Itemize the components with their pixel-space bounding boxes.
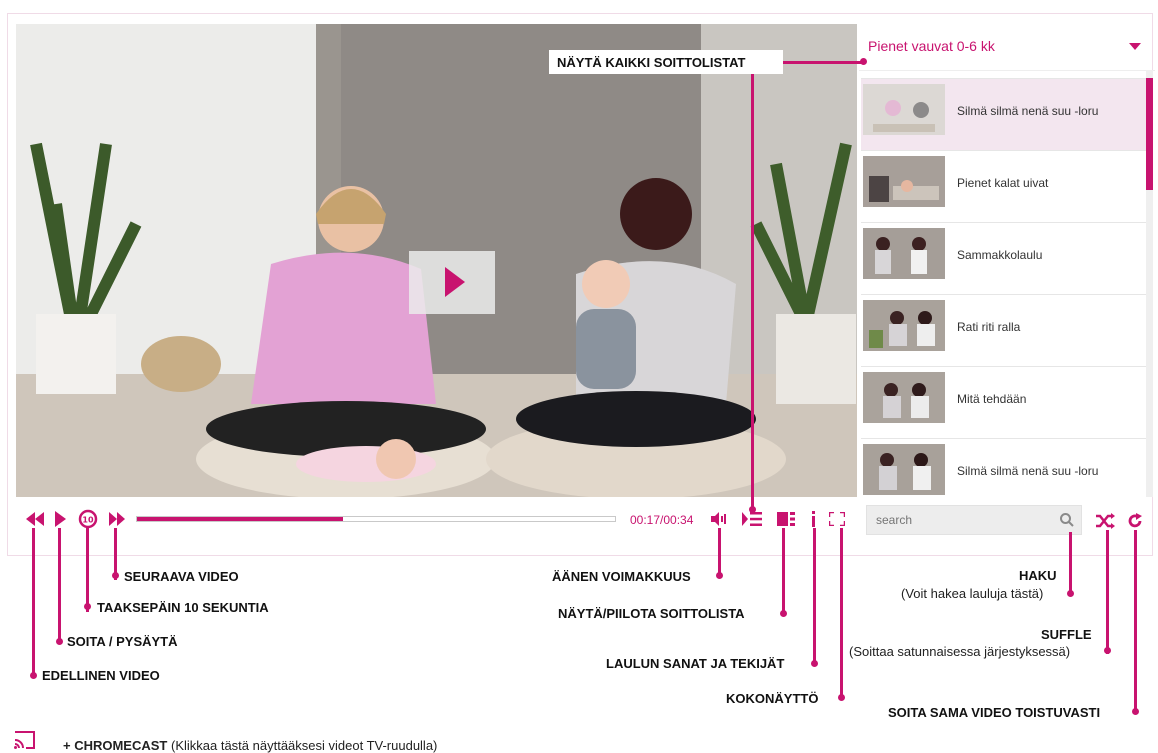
playlist-selector[interactable]: Pienet vauvat 0-6 kk (859, 30, 1153, 62)
annotation-lyrics-credits: LAULUN SANAT JA TEKIJÄT (606, 656, 785, 671)
leader-dot (56, 638, 63, 645)
playlist-item[interactable]: Mitä tehdään (861, 367, 1146, 439)
playlist-item[interactable]: Sammakkolaulu (861, 223, 1146, 295)
search-input[interactable] (867, 506, 1047, 534)
search-box (866, 505, 1082, 535)
layout-split-icon (777, 512, 795, 526)
repeat-icon (1128, 513, 1142, 528)
annotation-back-10: TAAKSEPÄIN 10 SEKUNTIA (97, 600, 269, 615)
playlist-item-label: Rati riti ralla (957, 320, 1021, 334)
play-pause-button[interactable] (53, 508, 67, 530)
leader-dot (811, 660, 818, 667)
playlist-item-label: Sammakkolaulu (957, 248, 1043, 262)
video-thumbnail (863, 300, 945, 351)
leader-line (32, 528, 35, 676)
playlist-item-label: Pienet kalat uivat (957, 176, 1049, 190)
back-10-button[interactable]: 10 (78, 508, 98, 530)
leader-line (813, 528, 816, 664)
annotation-repeat: SOITA SAMA VIDEO TOISTUVASTI (888, 705, 1101, 720)
playlist-item[interactable]: Silmä silmä nenä suu -loru (861, 439, 1146, 497)
time-display: 00:17/00:34 (630, 513, 694, 527)
annotation-toggle-playlist: NÄYTÄ/PIILOTA SOITTOLISTA (558, 606, 745, 621)
leader-dot (780, 610, 787, 617)
leader-dot (716, 572, 723, 579)
leader-line (1069, 532, 1072, 596)
rewind-icon (26, 512, 44, 526)
fullscreen-button[interactable] (828, 508, 846, 530)
video-thumbnail (863, 372, 945, 423)
seek-bar[interactable] (136, 516, 616, 522)
leader-dot (1067, 590, 1074, 597)
annotation-play-pause: SOITA / PYSÄYTÄ (67, 634, 178, 649)
leader-dot (838, 694, 845, 701)
info-button[interactable] (808, 508, 818, 530)
leader-dot (30, 672, 37, 679)
shuffle-button[interactable] (1094, 510, 1116, 532)
playlist-item[interactable]: Pienet kalat uivat (861, 151, 1146, 223)
leader-line (840, 528, 843, 698)
shuffle-icon (1096, 513, 1115, 529)
previous-video-button[interactable] (25, 508, 45, 530)
leader-dot (749, 506, 756, 513)
video-thumbnail (863, 228, 945, 279)
fullscreen-icon (829, 512, 845, 526)
volume-icon (711, 512, 726, 526)
leader-line (718, 528, 721, 578)
leader-line (783, 61, 863, 64)
playlist-item[interactable]: Silmä silmä nenä suu -loru (861, 79, 1146, 151)
cast-icon (14, 731, 35, 749)
annotation-search-desc: (Voit hakea lauluja tästä) (901, 586, 1044, 601)
chromecast-label-rest: (Klikkaa tästä näyttääksesi videot TV-ru… (167, 738, 438, 753)
leader-dot (1132, 708, 1139, 715)
leader-dot (1104, 647, 1111, 654)
chromecast-label-bold: + CHROMECAST (63, 738, 168, 753)
playlist-item[interactable]: Rati riti ralla (861, 295, 1146, 367)
playlist-panel[interactable]: Silmä silmä nenä suu -loru Pienet kalat … (859, 70, 1155, 497)
repeat-button[interactable] (1126, 510, 1144, 532)
search-icon[interactable] (1059, 512, 1075, 528)
playlist-icon (742, 512, 762, 526)
control-bar: 10 00:17/00:34 (16, 505, 857, 535)
playlist-item-label: Silmä silmä nenä suu -loru (957, 464, 1099, 478)
leader-line (1134, 530, 1137, 714)
annotation-volume: ÄÄNEN VOIMAKKUUS (552, 569, 691, 584)
playlist-item-label: Silmä silmä nenä suu -loru (957, 104, 1099, 118)
leader-dot (112, 572, 119, 579)
chromecast-label: + CHROMECAST (Klikkaa tästä näyttääksesi… (63, 738, 437, 753)
info-icon (811, 511, 815, 527)
view-mode-button[interactable] (776, 508, 796, 530)
video-thumbnail (863, 84, 945, 135)
fast-forward-icon (109, 512, 125, 526)
video-thumbnail (863, 444, 945, 495)
leader-line (782, 528, 785, 616)
annotation-search-title: HAKU (1019, 568, 1057, 583)
seek-progress (137, 517, 343, 521)
leader-line (58, 528, 61, 642)
annotation-shuffle-desc: (Soittaa satunnaisessa järjestyksessä) (849, 644, 1071, 659)
svg-text:10: 10 (82, 516, 94, 525)
annotation-previous-video: EDELLINEN VIDEO (42, 668, 160, 683)
replay-10-icon: 10 (78, 509, 98, 529)
leader-dot (860, 58, 867, 65)
playlist-title: Pienet vauvat 0-6 kk (868, 38, 995, 54)
playlist-item-partial[interactable] (861, 71, 1146, 79)
annotation-show-all-playlists: NÄYTÄ KAIKKI SOITTOLISTAT (549, 50, 783, 74)
annotation-next-video: SEURAAVA VIDEO (124, 569, 239, 584)
big-play-button[interactable] (409, 251, 495, 314)
annotation-fullscreen: KOKONÄYTTÖ (726, 691, 819, 706)
next-video-button[interactable] (108, 508, 126, 530)
video-area[interactable] (16, 24, 857, 497)
playlist-scrollbar-thumb[interactable] (1146, 78, 1153, 190)
video-thumbnail (863, 156, 945, 207)
play-icon (54, 511, 66, 527)
volume-button[interactable] (710, 508, 728, 530)
caret-down-icon (1129, 43, 1141, 50)
playlist-item-label: Mitä tehdään (957, 392, 1027, 406)
leader-line (751, 74, 754, 514)
leader-dot (84, 603, 91, 610)
leader-line (1106, 530, 1109, 654)
annotation-shuffle-title: SUFFLE (1041, 627, 1092, 642)
leader-line (86, 528, 89, 612)
chromecast-button[interactable] (12, 730, 37, 750)
